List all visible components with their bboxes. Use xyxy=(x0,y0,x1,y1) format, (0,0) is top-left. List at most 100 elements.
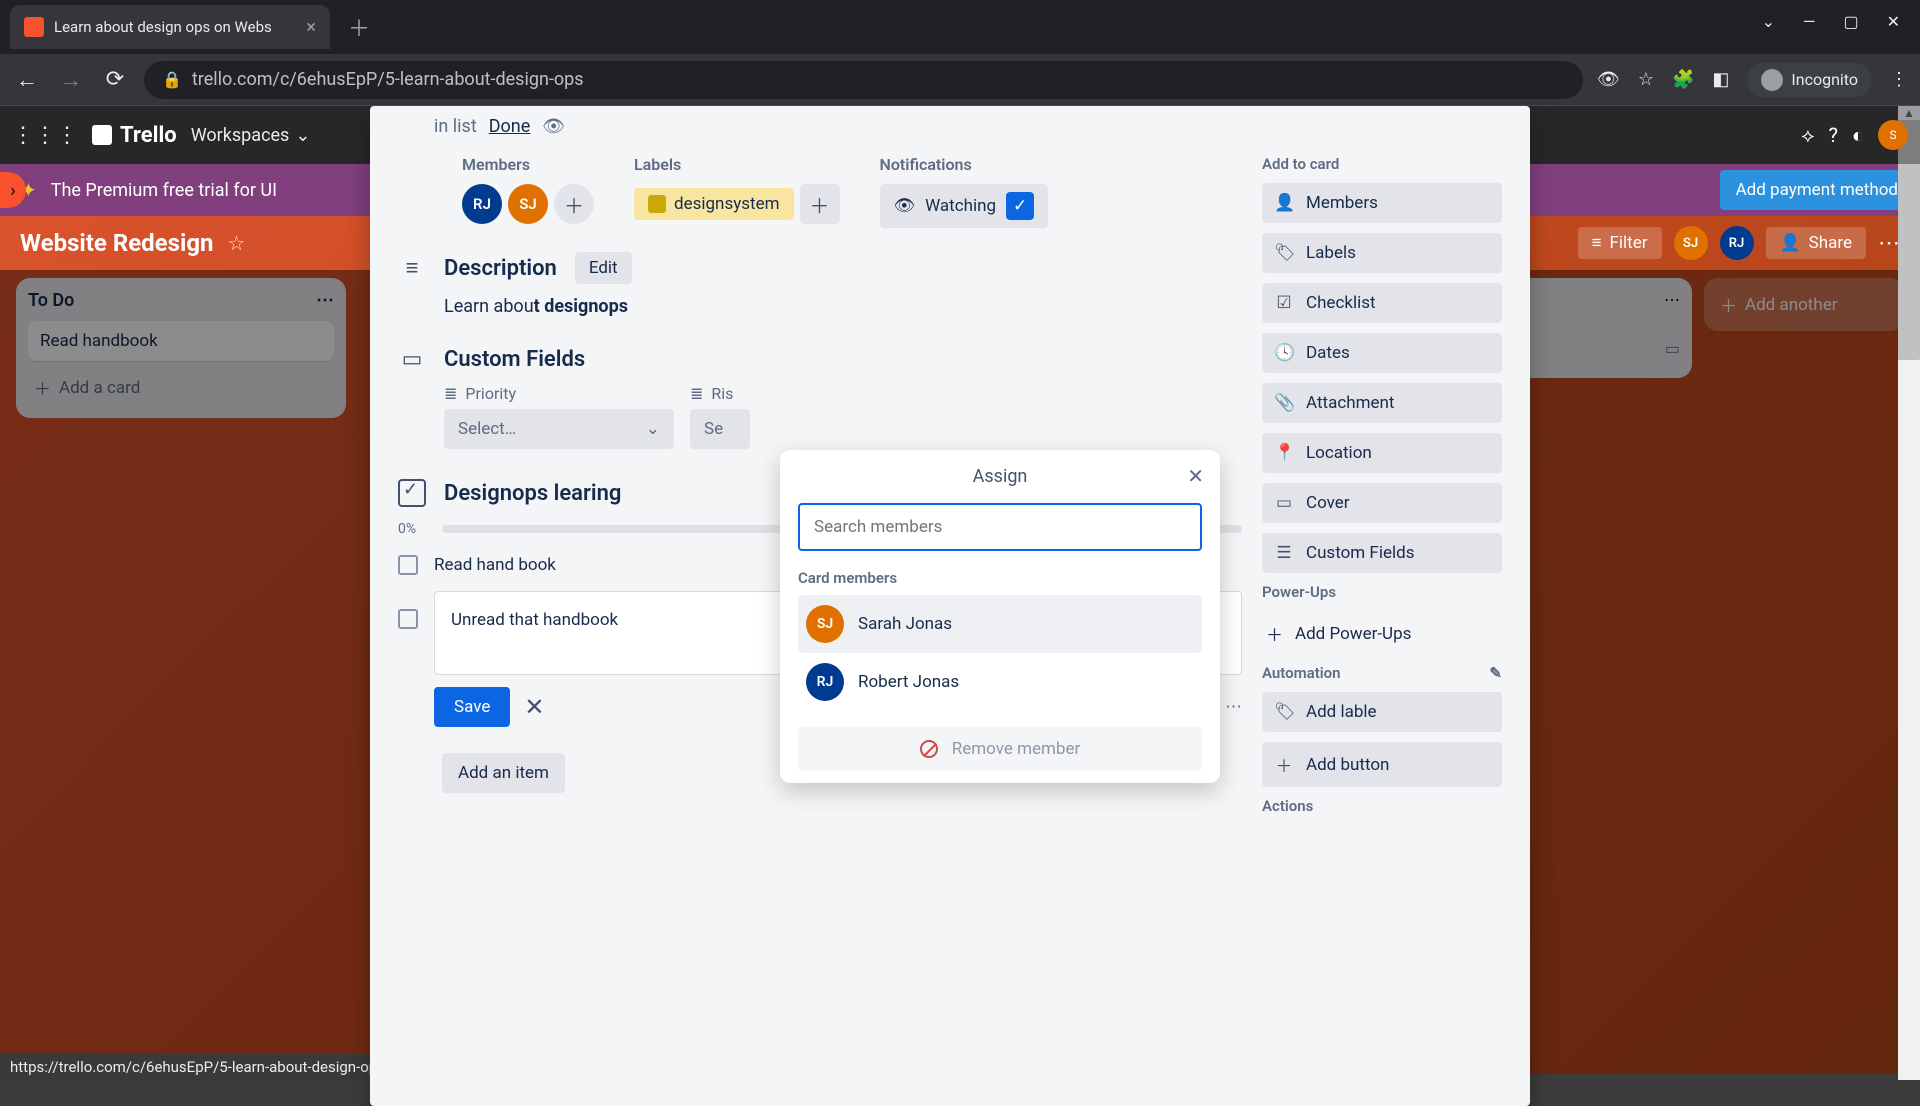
remove-member-button[interactable]: Remove member xyxy=(798,727,1202,771)
avatar-sj: SJ xyxy=(806,605,844,643)
member-name: Sarah Jonas xyxy=(858,614,952,634)
sidebar-members[interactable]: 👤Members xyxy=(1262,183,1502,223)
forward-button[interactable]: → xyxy=(56,67,86,93)
back-button[interactable]: ← xyxy=(12,67,42,93)
close-tab-icon[interactable]: × xyxy=(306,17,316,38)
add-payment-button[interactable]: Add payment method xyxy=(1720,170,1914,210)
reload-button[interactable]: ⟳ xyxy=(100,67,130,92)
workspaces-label: Workspaces xyxy=(191,125,290,146)
watching-button[interactable]: 👁 Watching ✓ xyxy=(880,184,1049,228)
member-option-sj[interactable]: SJ Sarah Jonas xyxy=(798,595,1202,653)
checkbox[interactable] xyxy=(398,555,418,575)
member-avatar-sj[interactable]: SJ xyxy=(508,184,548,224)
close-popover-icon[interactable]: ✕ xyxy=(1187,464,1204,488)
custom-fields-icon: ▭ xyxy=(398,347,426,372)
extensions-icon[interactable]: 🧩 xyxy=(1672,69,1694,90)
progress-percent: 0% xyxy=(398,521,428,537)
cover-icon: ▭ xyxy=(1274,493,1294,513)
share-button[interactable]: 👤Share xyxy=(1766,227,1867,259)
browser-tab-strip: Learn about design ops on Webs × ＋ ⌄ ― ▢… xyxy=(0,0,1920,54)
add-button-auto[interactable]: ＋Add button xyxy=(1262,742,1502,787)
filter-icon: ≡ xyxy=(1592,233,1602,253)
add-label-button[interactable]: ＋ xyxy=(800,184,840,224)
paperclip-icon: 📎 xyxy=(1274,393,1294,413)
cancel-icon[interactable]: ✕ xyxy=(524,693,544,721)
filter-button[interactable]: ≡Filter xyxy=(1578,227,1662,259)
star-icon[interactable]: ☆ xyxy=(1638,69,1654,90)
minimize-icon[interactable]: ― xyxy=(1803,12,1816,31)
label-chip[interactable]: designsystem xyxy=(634,188,794,220)
powerups-title: Power-Ups xyxy=(1262,583,1502,601)
notifications-label: Notifications xyxy=(880,155,1049,174)
member-avatar-rj[interactable]: RJ xyxy=(1720,226,1754,260)
sidebar-checklist[interactable]: ☑Checklist xyxy=(1262,283,1502,323)
close-window-icon[interactable]: ✕ xyxy=(1887,12,1900,31)
sidebar-location[interactable]: 📍Location xyxy=(1262,433,1502,473)
incognito-badge[interactable]: Incognito xyxy=(1747,63,1872,97)
sidebar-labels[interactable]: 🏷Labels xyxy=(1262,233,1502,273)
chevron-down-icon[interactable]: ⌄ xyxy=(1762,12,1775,31)
add-label-auto-button[interactable]: 🏷Add lable xyxy=(1262,692,1502,732)
kebab-menu-icon[interactable]: ⋮ xyxy=(1890,69,1908,90)
sidebar-custom-fields[interactable]: ☰Custom Fields xyxy=(1262,533,1502,573)
sidebar-dates[interactable]: 🕓Dates xyxy=(1262,333,1502,373)
user-avatar[interactable]: S xyxy=(1878,120,1908,150)
actions-title: Actions xyxy=(1262,797,1502,815)
page-scrollbar[interactable]: ▲ xyxy=(1898,106,1920,1080)
avatar-rj: RJ xyxy=(806,663,844,701)
search-members-input[interactable] xyxy=(798,503,1202,551)
help-icon[interactable]: ? xyxy=(1828,123,1837,147)
star-outline-icon[interactable]: ☆ xyxy=(227,231,245,255)
plus-icon: ＋ xyxy=(1266,621,1283,646)
theme-icon[interactable]: ◐ xyxy=(1852,123,1864,148)
pencil-icon[interactable]: ✎ xyxy=(1489,664,1502,682)
checklist-title: Designops learing xyxy=(444,481,621,506)
user-plus-icon: 👤 xyxy=(1780,233,1801,253)
sidebar-cover[interactable]: ▭Cover xyxy=(1262,483,1502,523)
add-powerups-button[interactable]: ＋Add Power-Ups xyxy=(1262,611,1502,656)
rocket-icon[interactable]: ⟡ xyxy=(1801,123,1814,147)
member-option-rj[interactable]: RJ Robert Jonas xyxy=(798,653,1202,711)
eye-off-icon[interactable]: 👁 xyxy=(1597,69,1620,90)
save-button[interactable]: Save xyxy=(434,687,510,727)
tag-icon: 🏷 xyxy=(1274,243,1294,263)
list-icon: ≣ xyxy=(690,384,703,403)
trello-logo[interactable]: Trello xyxy=(92,123,177,148)
new-tab-button[interactable]: ＋ xyxy=(348,11,370,43)
url-input[interactable]: 🔒 trello.com/c/6ehusEpP/5-learn-about-de… xyxy=(144,61,1583,99)
browser-tab[interactable]: Learn about design ops on Webs × xyxy=(10,5,330,49)
add-member-button[interactable]: ＋ xyxy=(554,184,594,224)
maximize-icon[interactable]: ▢ xyxy=(1843,12,1858,31)
status-bar-link: https://trello.com/c/6ehusEpP/5-learn-ab… xyxy=(0,1054,404,1080)
list-icon: ≣ xyxy=(444,384,457,403)
sidebar-attachment[interactable]: 📎Attachment xyxy=(1262,383,1502,423)
window-controls: ⌄ ― ▢ ✕ xyxy=(1742,0,1920,43)
checkbox[interactable] xyxy=(398,609,418,629)
member-avatar-sj[interactable]: SJ xyxy=(1674,226,1708,260)
url-text: trello.com/c/6ehusEpP/5-learn-about-desi… xyxy=(192,69,584,90)
member-avatar-rj[interactable]: RJ xyxy=(462,184,502,224)
card-members-label: Card members xyxy=(798,569,1202,587)
incognito-icon xyxy=(1761,69,1783,91)
user-icon: 👤 xyxy=(1274,193,1294,213)
card-location: in list Done 👁 xyxy=(370,116,1530,137)
workspaces-dropdown[interactable]: Workspaces ⌄ xyxy=(191,125,311,146)
popover-title: Assign xyxy=(973,466,1028,487)
automation-title: Automation xyxy=(1262,664,1341,682)
more-icon[interactable]: ⋯ xyxy=(1225,697,1242,717)
add-item-button[interactable]: Add an item xyxy=(442,753,565,793)
apps-icon[interactable]: ⋮⋮⋮ xyxy=(12,123,78,148)
board-menu-icon[interactable]: ⋯ xyxy=(1878,231,1900,256)
pin-icon: 📍 xyxy=(1274,443,1294,463)
risk-select[interactable]: Se xyxy=(690,409,750,449)
check-icon: ☑ xyxy=(1274,293,1294,313)
edit-description-button[interactable]: Edit xyxy=(575,252,632,284)
forbidden-icon xyxy=(920,740,938,758)
address-bar: ← → ⟳ 🔒 trello.com/c/6ehusEpP/5-learn-ab… xyxy=(0,54,1920,106)
list-link[interactable]: Done xyxy=(489,116,531,137)
eye-icon: 👁 xyxy=(542,116,565,137)
sidepanel-icon[interactable]: ◧ xyxy=(1712,69,1729,90)
members-label: Members xyxy=(462,155,594,174)
lock-icon: 🔒 xyxy=(162,70,182,89)
priority-select[interactable]: Select…⌄ xyxy=(444,409,674,449)
